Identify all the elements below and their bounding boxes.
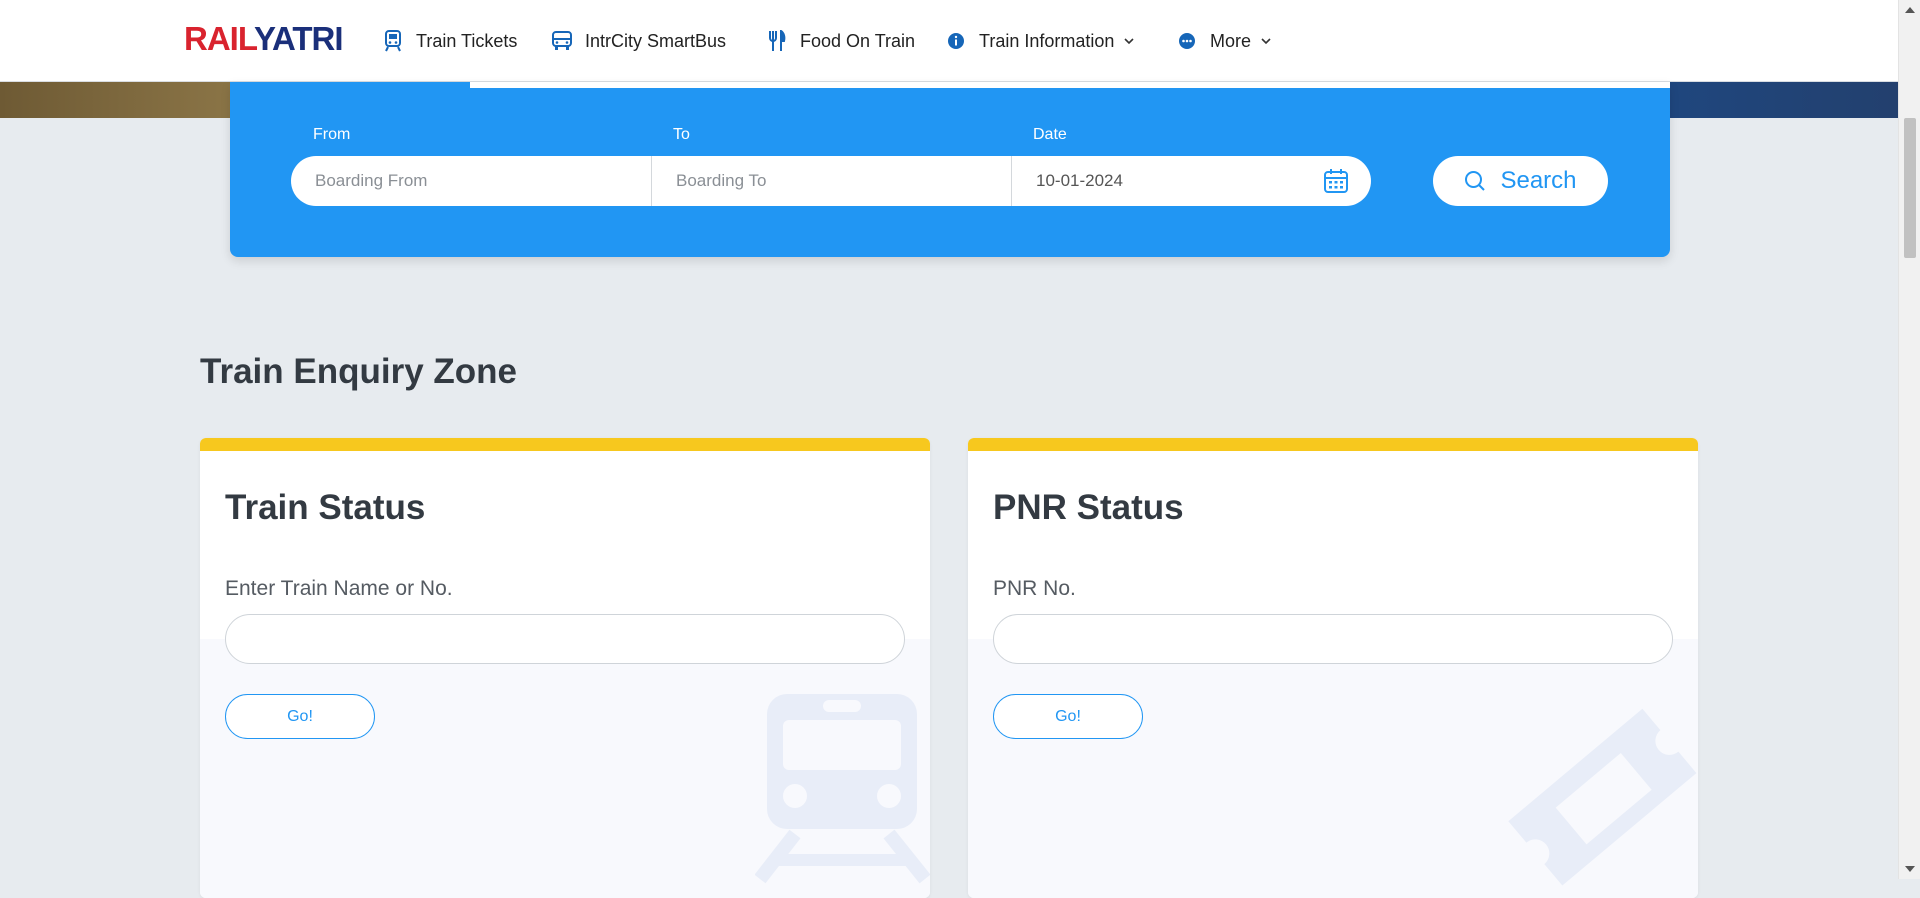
nav-food-on-train[interactable]: Food On Train (766, 28, 915, 54)
train-status-go-button[interactable]: Go! (225, 694, 375, 739)
train-icon (382, 30, 404, 52)
top-header: RAILYATRI Train Tickets IntrCity SmartBu… (0, 0, 1898, 82)
nav-more[interactable]: More (1176, 28, 1271, 54)
pnr-number-input[interactable] (993, 614, 1673, 664)
nav-train-tickets[interactable]: Train Tickets (382, 28, 517, 54)
pnr-status-card: PNR Status PNR No. Go! (968, 438, 1698, 898)
chevron-down-icon (1261, 38, 1271, 45)
train-name-input[interactable] (225, 614, 905, 664)
pnr-number-label: PNR No. (993, 577, 1076, 600)
nav-label: IntrCity SmartBus (585, 30, 727, 51)
to-label: To (673, 126, 690, 143)
date-label: Date (1033, 126, 1067, 143)
nav-label: Train Tickets (416, 30, 518, 51)
boarding-to-input[interactable] (674, 170, 1011, 192)
from-label: From (313, 126, 351, 143)
train-status-card: Train Status Enter Train Name or No. Go! (200, 438, 930, 898)
search-bar (291, 156, 1371, 206)
boarding-from-input[interactable] (313, 170, 651, 192)
train-search-panel: From To Date Search (230, 82, 1670, 257)
train-status-title: Train Status (225, 488, 426, 527)
railyatri-logo[interactable]: RAILYATRI (184, 21, 343, 57)
ticket-watermark-icon (1508, 708, 1697, 886)
card-accent-bar (200, 438, 930, 451)
scrollbar-thumb[interactable] (1904, 118, 1916, 258)
to-field-wrapper (652, 156, 1011, 206)
search-icon (1465, 171, 1486, 191)
logo-rail-text: RAIL (184, 20, 255, 57)
bus-icon (551, 30, 573, 52)
nav-train-information[interactable]: Train Information (945, 28, 1134, 54)
scroll-up-arrow-icon[interactable] (1905, 7, 1915, 13)
date-field-wrapper[interactable] (1012, 156, 1371, 206)
search-button[interactable]: Search (1433, 156, 1608, 206)
chevron-down-icon (1124, 38, 1134, 45)
date-input[interactable] (1034, 170, 1258, 192)
fork-knife-icon (766, 30, 788, 52)
page-scrollbar[interactable] (1898, 0, 1920, 879)
enquiry-zone-title: Train Enquiry Zone (200, 352, 517, 391)
scroll-down-arrow-icon[interactable] (1905, 866, 1915, 872)
train-name-label: Enter Train Name or No. (225, 577, 453, 600)
pnr-status-go-button[interactable]: Go! (993, 694, 1143, 739)
nav-label: Food On Train (800, 30, 916, 51)
more-dots-icon (1176, 30, 1198, 52)
nav-intrcity-smartbus[interactable]: IntrCity SmartBus (551, 28, 726, 54)
search-tab-strip (470, 82, 1670, 88)
card-accent-bar (968, 438, 1698, 451)
logo-yatri-text: YATRI (253, 20, 344, 57)
nav-label: More (1210, 30, 1252, 51)
train-watermark-icon (755, 694, 930, 884)
info-icon (945, 30, 967, 52)
calendar-icon[interactable] (1323, 168, 1349, 194)
from-field-wrapper (291, 156, 651, 206)
nav-label: Train Information (979, 30, 1115, 51)
pnr-status-title: PNR Status (993, 488, 1184, 527)
search-button-label: Search (1500, 167, 1577, 194)
